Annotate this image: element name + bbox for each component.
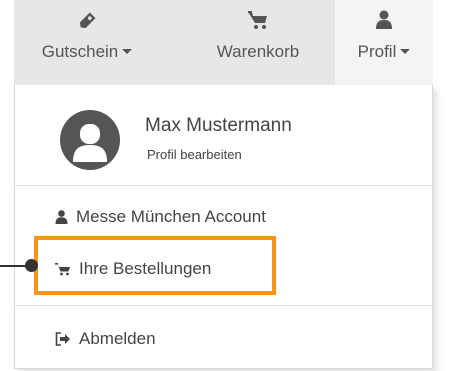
user-icon <box>55 210 68 224</box>
caret-down-icon <box>400 49 411 55</box>
nav-warenkorb[interactable]: Warenkorb <box>194 0 322 85</box>
user-name: Max Mustermann <box>145 115 292 136</box>
caret-down-icon <box>122 49 133 55</box>
user-icon <box>335 10 433 32</box>
tag-icon <box>28 10 146 32</box>
menu-item-orders[interactable]: Ihre Bestellungen <box>55 259 211 279</box>
avatar <box>60 110 120 170</box>
nav-profil-label: Profil <box>357 42 397 61</box>
nav-gutschein-label: Gutschein <box>41 42 119 61</box>
profile-dropdown: Max Mustermann Profil bearbeiten Messe M… <box>14 85 433 369</box>
menu-item-account-label: Messe München Account <box>76 207 266 226</box>
nav-gutschein[interactable]: Gutschein <box>28 0 146 85</box>
callout-dot <box>25 259 38 272</box>
menu-item-logout[interactable]: Abmelden <box>55 329 156 349</box>
top-navbar: Gutschein Warenkorb Profil <box>14 0 433 85</box>
menu-item-orders-label: Ihre Bestellungen <box>79 259 212 278</box>
edit-profile-link[interactable]: Profil bearbeiten <box>147 147 242 162</box>
nav-warenkorb-label: Warenkorb <box>216 42 300 61</box>
logout-icon <box>55 332 70 346</box>
cart-icon <box>55 263 70 276</box>
nav-profil[interactable]: Profil <box>335 0 433 85</box>
menu-item-logout-label: Abmelden <box>79 329 156 348</box>
cart-icon <box>194 10 322 32</box>
divider <box>15 305 432 306</box>
divider <box>15 185 432 186</box>
user-silhouette-icon <box>73 124 107 162</box>
menu-item-account[interactable]: Messe München Account <box>55 207 266 227</box>
